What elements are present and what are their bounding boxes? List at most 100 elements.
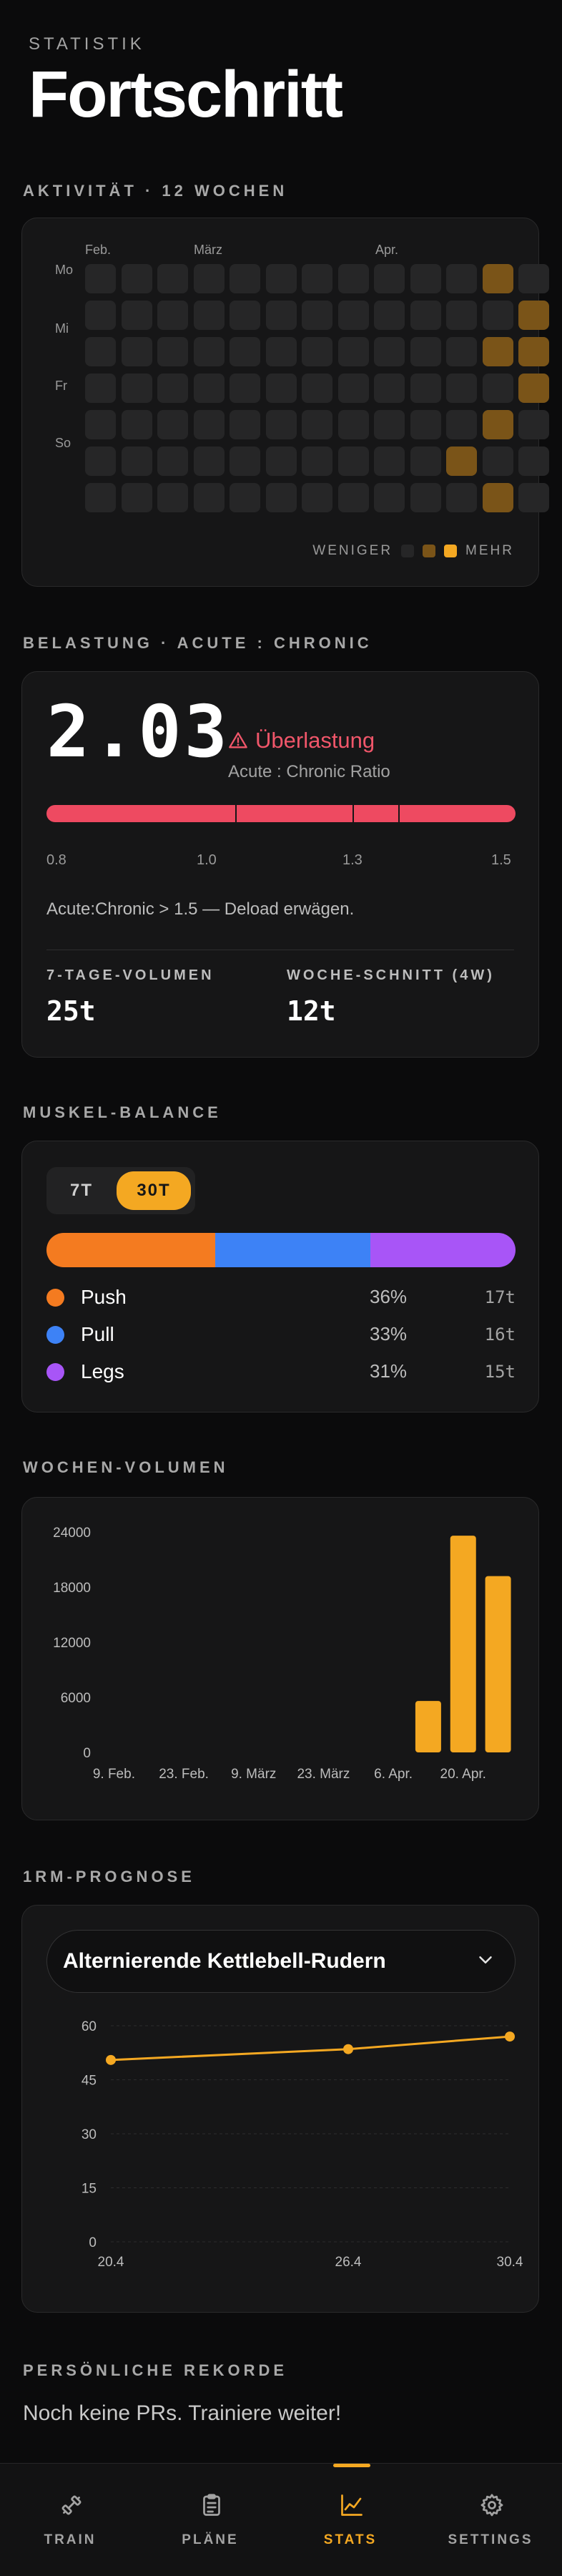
acr-status: Überlastung [228,728,375,753]
heatmap-cell [121,483,152,512]
volume-7d-value: 25t [46,995,96,1027]
legend-dot [46,1326,64,1344]
load-section-label: BELASTUNG · ACUTE : CHRONIC [23,634,373,652]
heatmap-cell [374,337,405,366]
heatmap-cell [482,337,513,366]
heatmap-month-label: März [194,243,222,257]
balance-group-percent: 36% [370,1286,408,1307]
heatmap-cell [85,447,116,476]
heatmap-cell [446,410,477,439]
heatmap-cell [85,410,116,439]
legend-swatch-high [444,545,458,557]
x-tick-label: 20. Apr. [440,1767,486,1782]
heatmap-cell [518,337,549,366]
heatmap-cell [482,264,513,293]
heatmap-cell [410,301,441,330]
heatmap-cell [193,447,225,476]
balance-row-legs: Legs 31% 15t [46,1357,516,1386]
heatmap-cell [193,483,225,512]
heatmap-cell [374,264,405,293]
x-tick-label: 9. März [231,1767,276,1782]
heatmap-cell [446,483,477,512]
gear-icon [480,2494,503,2517]
dumbbell-icon [61,2495,82,2515]
heatmap-cell [337,374,369,403]
heatmap-cell [518,374,549,403]
heatmap-cell [410,264,441,293]
x-tick-label: 26.4 [335,2255,362,2270]
heatmap-cell [157,447,188,476]
heatmap-cell [265,301,297,330]
y-tick-label: 24000 [53,1526,91,1541]
legend-swatch-empty [401,545,415,557]
acr-subtitle: Acute : Chronic Ratio [228,762,390,781]
acr-gauge-bar [46,805,516,822]
balance-group-percent: 31% [370,1360,408,1382]
nav-label: PLÄNE [182,2532,239,2547]
acr-scale-label: 0.8 [46,852,66,868]
weekly-volume-bar [485,1576,511,1752]
heatmap-cell [374,374,405,403]
heatmap-cell [302,447,332,476]
balance-segment-push [46,1233,216,1267]
heatmap-cell [337,447,369,476]
heatmap-cell [230,374,260,403]
balance-row-push: Push 36% 17t [46,1283,516,1312]
warning-icon [229,732,247,748]
heatmap-cell [85,264,116,293]
nav-item-settings[interactable]: SETTINGS [420,2464,561,2576]
weekly-volume-bar [415,1701,441,1752]
chart-icon [341,2494,363,2516]
heatmap-cell [410,483,441,512]
acr-scale-label: 1.0 [197,852,217,868]
heatmap-cell [157,301,188,330]
heatmap-cell [85,337,116,366]
legend-dot [46,1363,64,1381]
range-option-30t[interactable]: 30T [117,1171,191,1210]
heatmap-day-label: Fr [55,379,67,393]
heatmap-cell [410,374,441,403]
balance-group-name: Pull [81,1323,114,1345]
weekly-volume-section-label: WOCHEN-VOLUMEN [23,1458,229,1476]
heatmap-cell [302,410,332,439]
acr-value: 2.03 [46,690,230,774]
balance-card: 7T 30T Push 36% 17t Pull 33% 16t Legs 31… [21,1141,539,1413]
acr-scale-label: 1.3 [342,852,363,868]
balance-group-amount: 17t [484,1287,516,1307]
heatmap-cell [193,264,225,293]
heatmap-cell [482,447,513,476]
heatmap-cell [265,483,297,512]
nav-item-stats[interactable]: STATS [280,2464,420,2576]
x-tick-label: 6. Apr. [374,1767,413,1782]
heatmap-cell [518,264,549,293]
x-tick-label: 20.4 [98,2255,124,2270]
range-option-7t[interactable]: 7T [51,1171,112,1210]
heatmap-cell [374,483,405,512]
y-tick-label: 15 [82,2182,97,2197]
nav-item-plans[interactable]: PLÄNE [140,2464,280,2576]
heatmap-day-label: So [55,436,72,450]
page-header: STATISTIK Fortschritt [29,34,343,127]
heatmap-cell [265,447,297,476]
heatmap-legend: WENIGER MEHR [312,543,514,559]
heatmap-cell [193,374,225,403]
orm-line-chart: 0 15 30 45 60 20.4 26.4 30.4 [82,2019,523,2270]
heatmap-cell [302,301,332,330]
balance-row-pull: Pull 33% 16t [46,1320,516,1349]
heatmap-cell [157,337,188,366]
balance-group-amount: 16t [484,1324,516,1345]
heatmap-cell [157,410,188,439]
heatmap-cell [121,374,152,403]
orm-data-point [505,2031,515,2042]
heatmap-cell [337,410,369,439]
legend-more-label: MEHR [465,543,514,558]
heatmap-cell [410,447,441,476]
weekly-volume-chart: 0 6000 12000 18000 24000 9. Feb. 23. Feb. 9. Mä… [53,1526,511,1782]
heatmap-cell [265,264,297,293]
heatmap-cell [121,264,152,293]
heatmap-cell [446,301,477,330]
heatmap-cell [265,374,297,403]
nav-item-train[interactable]: TRAIN [0,2464,140,2576]
nav-label: SETTINGS [448,2532,533,2547]
heatmap-cell [482,483,513,512]
